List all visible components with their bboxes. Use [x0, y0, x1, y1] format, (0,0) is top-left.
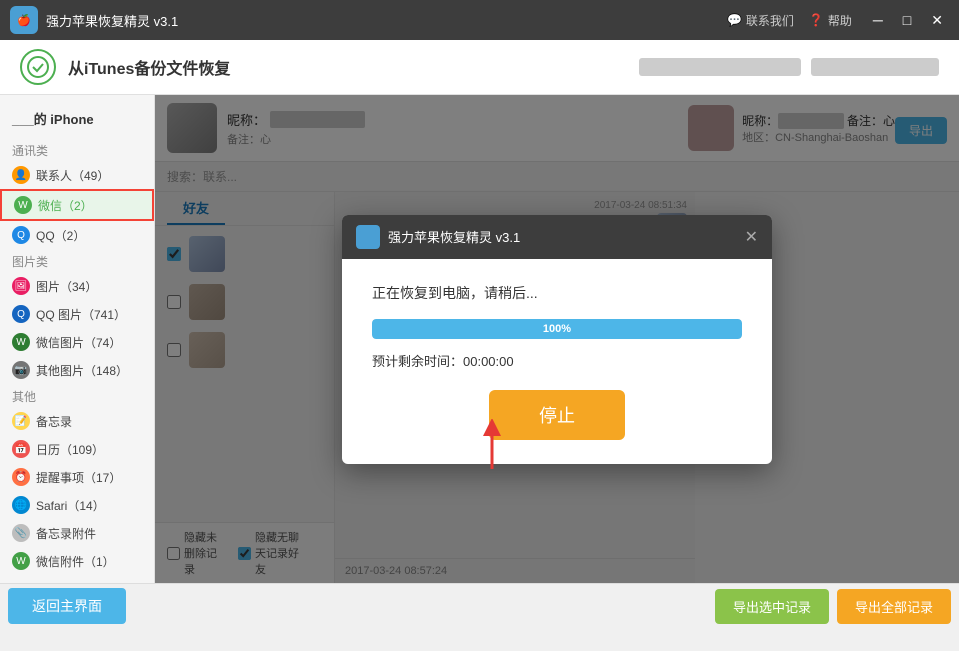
sidebar-category-comms: 通讯类 [0, 138, 154, 161]
content-area: ___的 iPhone 通讯类 👤 联系人（49） W 微信（2） Q QQ（2… [0, 95, 959, 583]
sidebar-item-photos[interactable]: 🖼 图片（34） [0, 272, 154, 300]
sidebar-label-otherphotos: 其他图片（148） [36, 362, 128, 379]
qqphoto-icon: Q [12, 305, 30, 323]
sidebar-item-calendar[interactable]: 📅 日历（109） [0, 435, 154, 463]
sidebar-label-contacts: 联系人（49） [36, 167, 109, 184]
qq-icon: Q [12, 226, 30, 244]
otherphotos-icon: 📷 [12, 361, 30, 379]
window-controls: ─ □ ✕ [867, 12, 949, 29]
sidebar-label-safari: Safari（14） [36, 497, 105, 514]
sidebar-item-qqphoto[interactable]: Q QQ 图片（741） [0, 300, 154, 328]
app-logo: 🍎 [10, 6, 38, 34]
header-icon [20, 49, 56, 85]
title-bar-left: 🍎 强力苹果恢复精灵 v3.1 [10, 6, 178, 34]
contacts-icon: 👤 [12, 166, 30, 184]
modal-status: 正在恢复到电脑，请稍后... [372, 283, 742, 303]
modal: 强力苹果恢复精灵 v3.1 ✕ 正在恢复到电脑，请稍后... 100% 预计剩余… [342, 215, 772, 464]
back-button[interactable]: 返回主界面 [8, 588, 126, 624]
bottom-bar: 返回主界面 导出选中记录 导出全部记录 [0, 583, 959, 628]
chat-icon: 💬 [727, 13, 742, 27]
noteatt-icon: 📎 [12, 524, 30, 542]
svg-text:🍎: 🍎 [17, 13, 31, 27]
device-info-blurred: ████████████ [639, 58, 801, 76]
sidebar-item-reminder[interactable]: ⏰ 提醒事项（17） [0, 463, 154, 491]
modal-header: 强力苹果恢复精灵 v3.1 ✕ [342, 215, 772, 259]
calendar-icon: 📅 [12, 440, 30, 458]
sidebar-label-wxphoto: 微信图片（74） [36, 334, 121, 351]
reminder-icon: ⏰ [12, 468, 30, 486]
title-bar-right: 💬 联系我们 ❓ 帮助 ─ □ ✕ [727, 12, 949, 29]
wechat-icon: W [14, 196, 32, 214]
sidebar-item-contacts[interactable]: 👤 联系人（49） [0, 161, 154, 189]
sidebar: ___的 iPhone 通讯类 👤 联系人（49） W 微信（2） Q QQ（2… [0, 95, 155, 583]
page-title: 从iTunes备份文件恢复 [68, 55, 639, 79]
middle-content: 昵称：██████ 备注：心 昵称：███ 备注：心 地区：CN-Shangha… [155, 95, 959, 583]
header-right: ████████████ ████████ [639, 58, 939, 76]
sidebar-label-reminder: 提醒事项（17） [36, 469, 121, 486]
modal-stop-button[interactable]: 停止 [489, 390, 625, 440]
photos-icon: 🖼 [12, 277, 30, 295]
sidebar-item-wxphoto[interactable]: W 微信图片（74） [0, 328, 154, 356]
export-buttons: 导出选中记录 导出全部记录 [715, 589, 951, 624]
arrow-annotation [477, 419, 507, 474]
sidebar-category-photos: 图片类 [0, 249, 154, 272]
sidebar-label-calendar: 日历（109） [36, 441, 104, 458]
modal-logo [356, 225, 380, 249]
sidebar-item-noteatt[interactable]: 📎 备忘录附件 [0, 519, 154, 547]
sidebar-category-other: 其他 [0, 384, 154, 407]
export-selected-button[interactable]: 导出选中记录 [715, 589, 829, 624]
app-title: 强力苹果恢复精灵 v3.1 [46, 11, 178, 30]
sidebar-item-wechat[interactable]: W 微信（2） [0, 189, 154, 221]
sidebar-item-safari[interactable]: 🌐 Safari（14） [0, 491, 154, 519]
modal-overlay: 强力苹果恢复精灵 v3.1 ✕ 正在恢复到电脑，请稍后... 100% 预计剩余… [155, 95, 959, 583]
sidebar-item-wxatt[interactable]: W 微信附件（1） [0, 547, 154, 575]
maximize-button[interactable]: □ [897, 12, 917, 29]
note-icon: 📝 [12, 412, 30, 430]
contact-button[interactable]: 💬 联系我们 [727, 12, 794, 29]
wxphoto-icon: W [12, 333, 30, 351]
sidebar-label-wechat: 微信（2） [38, 197, 93, 214]
modal-time: 预计剩余时间：00:00:00 [372, 351, 742, 370]
modal-close-button[interactable]: ✕ [745, 227, 758, 247]
modal-title: 强力苹果恢复精灵 v3.1 [388, 227, 737, 246]
sidebar-label-qqphoto: QQ 图片（741） [36, 306, 126, 323]
progress-bar-background: 100% [372, 319, 742, 339]
header: 从iTunes备份文件恢复 ████████████ ████████ [0, 40, 959, 95]
sidebar-label-note: 备忘录 [36, 413, 72, 430]
device-name: ___的 iPhone [0, 103, 154, 138]
sidebar-item-note[interactable]: 📝 备忘录 [0, 407, 154, 435]
title-bar: 🍎 强力苹果恢复精灵 v3.1 💬 联系我们 ❓ 帮助 ─ □ ✕ [0, 0, 959, 40]
sidebar-item-otherphotos[interactable]: 📷 其他图片（148） [0, 356, 154, 384]
sidebar-label-qq: QQ（2） [36, 227, 85, 244]
export-all-button[interactable]: 导出全部记录 [837, 589, 951, 624]
help-button[interactable]: ❓ 帮助 [809, 12, 852, 29]
sidebar-item-qq[interactable]: Q QQ（2） [0, 221, 154, 249]
sidebar-label-wxatt: 微信附件（1） [36, 553, 115, 570]
close-button[interactable]: ✕ [925, 12, 949, 29]
modal-body: 正在恢复到电脑，请稍后... 100% 预计剩余时间：00:00:00 停止 [342, 259, 772, 464]
device-info-blurred2: ████████ [811, 58, 939, 76]
sidebar-label-photos: 图片（34） [36, 278, 97, 295]
progress-bar-fill: 100% [372, 319, 742, 339]
sidebar-label-noteatt: 备忘录附件 [36, 525, 96, 542]
safari-icon: 🌐 [12, 496, 30, 514]
wxatt-icon: W [12, 552, 30, 570]
minimize-button[interactable]: ─ [867, 12, 889, 29]
progress-label: 100% [543, 323, 571, 335]
help-icon: ❓ [809, 13, 824, 27]
